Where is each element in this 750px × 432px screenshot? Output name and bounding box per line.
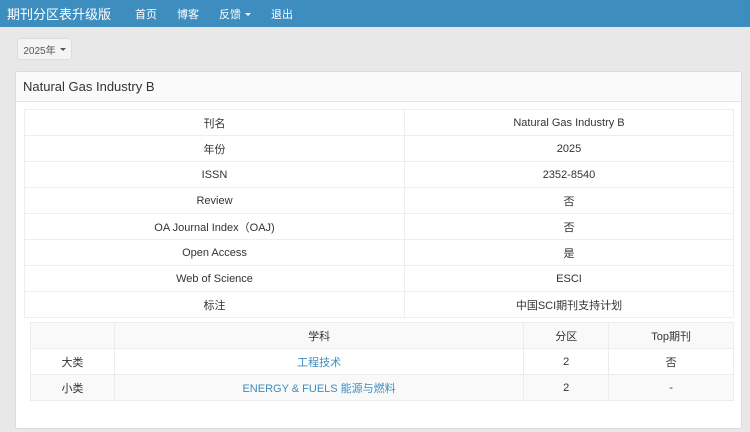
top-journal-value: - xyxy=(608,374,734,401)
nav-feedback-label: 反馈 xyxy=(219,8,242,21)
info-value: 2352-8540 xyxy=(404,161,734,188)
year-dropdown-button[interactable]: 2025年 xyxy=(17,38,72,60)
chevron-down-icon xyxy=(245,13,252,17)
journal-title: Natural Gas Industry B xyxy=(23,79,155,94)
info-value: ESCI xyxy=(404,265,734,292)
subject-link[interactable]: ENERGY & FUELS 能源与燃料 xyxy=(113,374,525,401)
info-row: ISSN 2352-8540 xyxy=(24,161,734,188)
year-label: 2025年 xyxy=(23,45,56,57)
zone-value: 2 xyxy=(523,374,610,401)
journal-info-table: 刊名 Natural Gas Industry B 年份 2025 ISSN 2352… xyxy=(24,109,734,318)
site-brand[interactable]: 期刊分区表升级版 xyxy=(7,4,111,23)
subject-link[interactable]: 工程技术 xyxy=(113,348,525,375)
column-header-top: Top期刊 xyxy=(608,322,734,349)
info-label: Open Access xyxy=(24,239,405,266)
nav-blog[interactable]: 博客 xyxy=(177,6,199,22)
info-value: 是 xyxy=(404,239,734,266)
info-label: OA Journal Index（OAJ) xyxy=(24,213,405,240)
info-label: Review xyxy=(24,187,405,214)
table-header-row: 学科 分区 Top期刊 xyxy=(30,322,734,349)
top-journal-value: 否 xyxy=(608,348,734,375)
nav-feedback-dropdown[interactable]: 反馈 xyxy=(219,6,252,22)
column-header xyxy=(30,322,115,349)
info-label: 标注 xyxy=(24,291,405,318)
info-row: Web of Science ESCI xyxy=(24,265,734,292)
info-row: 年份 2025 xyxy=(24,135,734,162)
info-value: Natural Gas Industry B xyxy=(404,109,734,136)
nav-home[interactable]: 首页 xyxy=(135,6,157,22)
category-type: 大类 xyxy=(30,348,115,375)
info-label: 年份 xyxy=(24,135,405,162)
table-row: 大类 工程技术 2 否 xyxy=(30,348,734,375)
panel-heading: Natural Gas Industry B xyxy=(16,72,741,102)
chevron-down-icon xyxy=(59,47,66,51)
info-value: 否 xyxy=(404,213,734,240)
info-row: Review 否 xyxy=(24,187,734,214)
info-row: 刊名 Natural Gas Industry B xyxy=(24,109,734,136)
top-navbar: 期刊分区表升级版 首页 博客 反馈 退出 xyxy=(0,0,750,27)
info-value: 否 xyxy=(404,187,734,214)
info-value: 中国SCI期刊支持计划 xyxy=(404,291,734,318)
info-row: OA Journal Index（OAJ) 否 xyxy=(24,213,734,240)
info-row: Open Access 是 xyxy=(24,239,734,266)
category-type: 小类 xyxy=(30,374,115,401)
column-header-zone: 分区 xyxy=(523,322,610,349)
table-row: 小类 ENERGY & FUELS 能源与燃料 2 - xyxy=(30,374,734,401)
zone-value: 2 xyxy=(523,348,610,375)
info-label: ISSN xyxy=(24,161,405,188)
info-label: Web of Science xyxy=(24,265,405,292)
journal-panel: Natural Gas Industry B 刊名 Natural Gas Ind… xyxy=(15,71,742,429)
info-row: 标注 中国SCI期刊支持计划 xyxy=(24,291,734,318)
column-header-subject: 学科 xyxy=(113,322,525,349)
subject-zone-table: 学科 分区 Top期刊 大类 工程技术 2 否 小类 ENERGY & FUEL… xyxy=(30,322,734,401)
info-value: 2025 xyxy=(404,135,734,162)
nav-logout[interactable]: 退出 xyxy=(271,6,293,22)
info-label: 刊名 xyxy=(24,109,405,136)
